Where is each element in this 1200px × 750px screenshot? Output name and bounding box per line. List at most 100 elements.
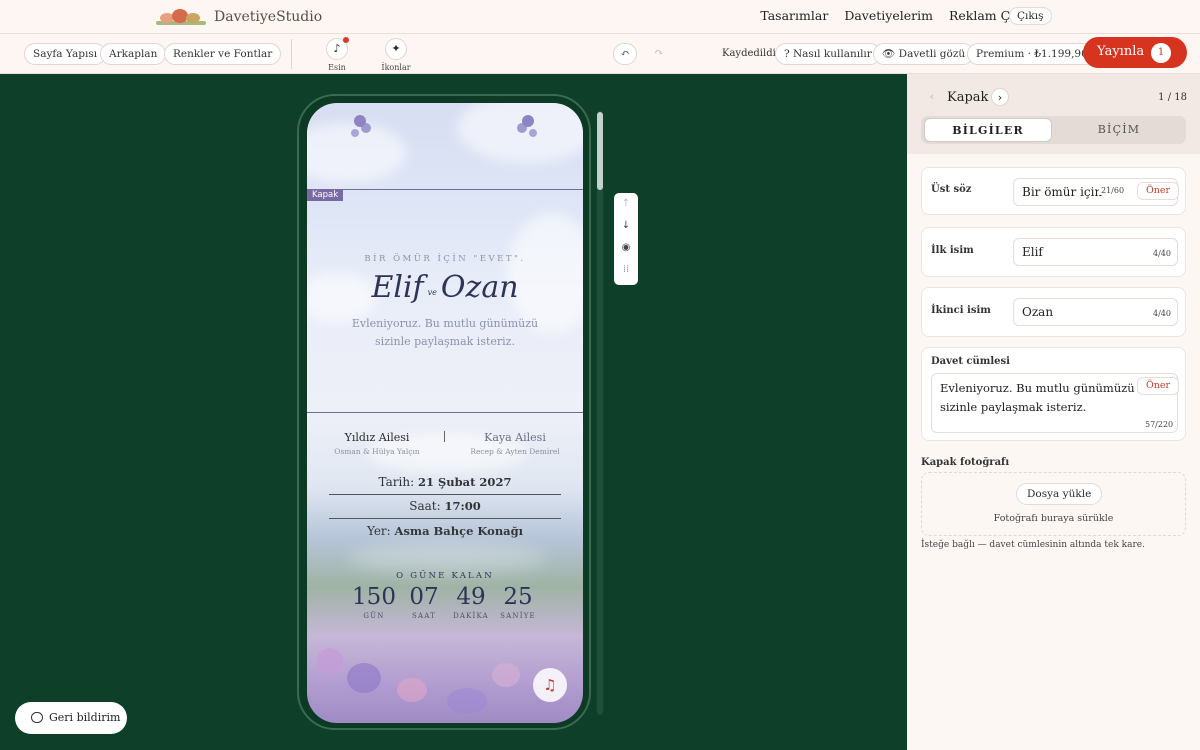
how-to-use-button[interactable]: ? Nasıl kullanılır — [775, 43, 881, 65]
arrow-up-icon: ↑ — [621, 198, 631, 209]
next-section-button[interactable]: › — [991, 88, 1009, 106]
suggest-button[interactable]: Öner — [1137, 377, 1180, 395]
chevron-left-icon: ‹ — [929, 90, 935, 103]
field-card-second-name: İkinci isim Ozan 4/40 — [921, 287, 1186, 337]
music-toggle-button[interactable]: ♫ — [533, 668, 567, 702]
event-place: Yer: Asma Bahçe Konağı — [329, 524, 561, 538]
floral-ornament-right-icon — [517, 113, 539, 141]
countdown-minutes-value: 49 — [456, 584, 486, 610]
field-label: Davet cümlesi — [931, 356, 1010, 367]
guest-view-button[interactable]: 👁 Davetli gözü — [873, 43, 975, 65]
char-counter: 4/40 — [1153, 249, 1171, 258]
logout-button[interactable]: Çıkış — [1009, 7, 1052, 25]
countdown-minutes-unit: DAKİKA — [453, 612, 489, 620]
invitation-message: Evleniyoruz. Bu mutlu günümüzü sizinle p… — [351, 317, 539, 348]
prev-section-button[interactable]: ‹ — [923, 88, 941, 106]
first-name: Elif — [371, 270, 424, 305]
preview-scrollbar[interactable] — [597, 111, 603, 715]
place-value: Asma Bahçe Konağı — [394, 524, 524, 538]
undo-icon: ↶ — [620, 47, 630, 60]
chat-bubble-icon — [31, 712, 43, 723]
countdown-days-unit: GÜN — [363, 612, 385, 620]
undo-button[interactable]: ↶ — [613, 43, 637, 65]
time-value: 17:00 — [444, 499, 481, 513]
tool-inspiration[interactable]: ♪ Esin — [317, 37, 357, 72]
field-card-first-name: İlk isim Elif 4/40 — [921, 227, 1186, 277]
move-down-button[interactable]: ↓ — [614, 215, 638, 237]
cover-photo-title: Kapak fotoğrafı — [921, 457, 1010, 468]
countdown-minutes: 49 DAKİKA — [446, 584, 496, 620]
family-right-name: Kaya Ailesi — [484, 431, 546, 444]
editor-canvas: Kapak BİR ÖMÜR İÇİN "EVET". Elif ve Ozan E… — [0, 74, 907, 750]
tab-format[interactable]: BİÇİM — [1055, 118, 1183, 142]
top-navigation: DavetiyeStudio Tasarımlar Davetiyelerim … — [0, 0, 1200, 34]
upload-file-button[interactable]: Dosya yükle — [1016, 483, 1103, 505]
date-label: Tarih: — [378, 475, 415, 489]
char-counter: 57/220 — [1145, 420, 1174, 429]
date-value: 21 Şubat 2027 — [417, 475, 512, 489]
info-divider — [329, 518, 561, 519]
nav-link-my-invitations[interactable]: Davetiyelerim — [844, 8, 933, 23]
panel-tabs: BİLGİLER BİÇİM — [921, 116, 1186, 144]
second-name-value: Ozan — [1022, 305, 1054, 319]
tab-page-structure[interactable]: Sayfa Yapısı — [24, 43, 107, 65]
tab-background[interactable]: Arkaplan — [100, 43, 167, 65]
field-label: İlk isim — [931, 245, 974, 256]
countdown-days-value: 150 — [352, 584, 396, 610]
move-up-button[interactable]: ↑ — [614, 193, 638, 215]
countdown-hours-value: 07 — [409, 584, 439, 610]
premium-badge[interactable]: Premium · ₺1.199,90 — [967, 43, 1097, 65]
toggle-visibility-button[interactable]: ◉ — [614, 237, 638, 259]
brand-logo[interactable]: DavetiyeStudio — [156, 7, 322, 27]
tab-info[interactable]: BİLGİLER — [924, 118, 1052, 142]
panel-header: ‹ Kapak › 1 / 18 BİLGİLER BİÇİM — [907, 74, 1200, 154]
invitation-preview[interactable]: Kapak BİR ÖMÜR İÇİN "EVET". Elif ve Ozan E… — [307, 103, 583, 723]
family-right-parents: Recep & Ayten Demirel — [470, 447, 560, 456]
section-divider — [307, 189, 583, 190]
nav-links: Tasarımlar Davetiyelerim Reklam Çekimi — [760, 8, 1045, 23]
nav-link-designs[interactable]: Tasarımlar — [760, 8, 828, 23]
preview-scroll-thumb[interactable] — [597, 112, 603, 190]
countdown-seconds: 25 SANİYE — [493, 584, 543, 620]
eye-icon: 👁 — [882, 48, 899, 60]
eye-icon: ◉ — [621, 242, 631, 253]
field-card-invitation-sentence: Davet cümlesi Evleniyoruz. Bu mutlu günü… — [921, 347, 1186, 441]
redo-button[interactable]: ↷ — [647, 43, 671, 65]
family-left-parents: Osman & Hülya Yalçın — [334, 447, 420, 456]
field-label: İkinci isim — [931, 305, 991, 316]
char-counter: 21/60 — [1099, 186, 1127, 195]
drag-handle[interactable]: ⁞⁞ — [614, 259, 638, 281]
editor-toolbar: Sayfa Yapısı Arkaplan Renkler ve Fontlar… — [0, 34, 1200, 74]
sparkle-icon: ✦ — [391, 42, 401, 55]
first-name-value: Elif — [1022, 245, 1043, 259]
tab-colors-fonts[interactable]: Renkler ve Fontlar — [164, 43, 282, 65]
countdown-hours: 07 SAAT — [399, 584, 449, 620]
second-name: Ozan — [440, 270, 519, 305]
guest-view-label: Davetli gözü — [898, 48, 966, 60]
section-tag[interactable]: Kapak — [307, 189, 344, 201]
redo-icon: ↷ — [654, 46, 664, 59]
field-card-top-phrase: Üst söz Bir ömür için " 21/60 Öner — [921, 167, 1186, 215]
countdown-label: O GÜNE KALAN — [396, 571, 494, 581]
families-divider — [444, 431, 445, 442]
section-tools: ↑ ↓ ◉ ⁞⁞ — [614, 193, 638, 285]
family-left: Yıldız Ailesi Osman & Hülya Yalçın — [317, 431, 437, 456]
countdown-seconds-unit: SANİYE — [500, 612, 536, 620]
publish-label: Yayınla — [1097, 44, 1145, 59]
invitation-overline: BİR ÖMÜR İÇİN "EVET". — [364, 254, 526, 264]
publish-count-badge: 1 — [1151, 43, 1171, 63]
brand-name: DavetiyeStudio — [214, 9, 323, 25]
section-counter: 1 / 18 — [1158, 92, 1187, 103]
event-date: Tarih: 21 Şubat 2027 — [329, 475, 561, 489]
info-divider — [329, 494, 561, 495]
publish-button[interactable]: Yayınla 1 — [1083, 37, 1187, 68]
toolbar-divider — [291, 39, 292, 69]
feedback-button[interactable]: Geri bildirim — [15, 702, 127, 734]
suggest-button[interactable]: Öner — [1137, 182, 1180, 200]
drag-handle-icon: ⁞⁞ — [622, 264, 630, 275]
countdown-hours-unit: SAAT — [412, 612, 436, 620]
cover-photo-note: İsteğe bağlı — davet cümlesinin altında … — [921, 540, 1145, 550]
place-label: Yer: — [366, 524, 391, 538]
dropzone-hint: Fotoğrafı buraya sürükle — [993, 513, 1114, 524]
tool-icons[interactable]: ✦ İkonlar — [376, 38, 416, 72]
